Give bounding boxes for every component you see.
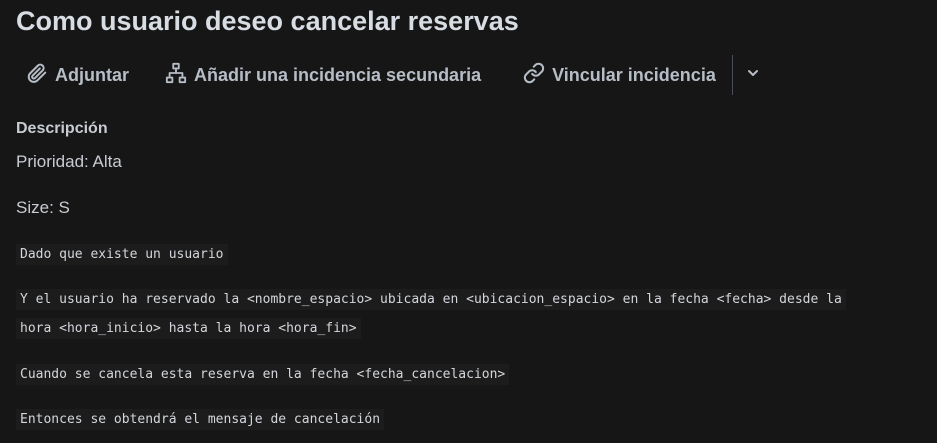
- link-icon: [523, 62, 545, 89]
- hierarchy-icon: [165, 62, 187, 89]
- issue-title[interactable]: Como usuario deseo cancelar reservas: [16, 6, 519, 37]
- code-line-4: Cuando se cancela esta reserva en la fec…: [16, 360, 510, 390]
- more-actions-button[interactable]: [733, 55, 773, 95]
- description-heading: Descripción: [16, 120, 108, 137]
- chevron-down-icon: [746, 66, 760, 85]
- code-line-1: Dado que existe un usuario: [16, 240, 228, 270]
- code-text: Entonces se obtendrá el mensaje de cance…: [16, 409, 385, 430]
- priority-text: Prioridad: Alta: [16, 152, 122, 171]
- code-text: hora <hora_inicio> hasta la hora <hora_f…: [16, 318, 361, 339]
- paperclip-icon: [26, 62, 48, 89]
- size-text: Size: S: [16, 198, 70, 217]
- link-issue-label: Vincular incidencia: [552, 64, 716, 85]
- attach-button[interactable]: Adjuntar: [14, 55, 137, 95]
- code-text: Dado que existe un usuario: [16, 244, 228, 265]
- issue-toolbar: Adjuntar Añadir una incidencia secundari…: [14, 55, 773, 95]
- attach-label: Adjuntar: [55, 64, 129, 85]
- add-child-issue-label: Añadir una incidencia secundaria: [194, 64, 482, 85]
- code-line-2: Y el usuario ha reservado la <nombre_esp…: [16, 285, 846, 315]
- add-child-issue-button[interactable]: Añadir una incidencia secundaria: [153, 55, 489, 95]
- code-text: Cuando se cancela esta reserva en la fec…: [16, 364, 510, 385]
- link-issue-button[interactable]: Vincular incidencia: [511, 55, 724, 95]
- code-line-3: hora <hora_inicio> hasta la hora <hora_f…: [16, 314, 361, 344]
- code-line-5: Entonces se obtendrá el mensaje de cance…: [16, 405, 385, 435]
- code-text: Y el usuario ha reservado la <nombre_esp…: [16, 289, 846, 310]
